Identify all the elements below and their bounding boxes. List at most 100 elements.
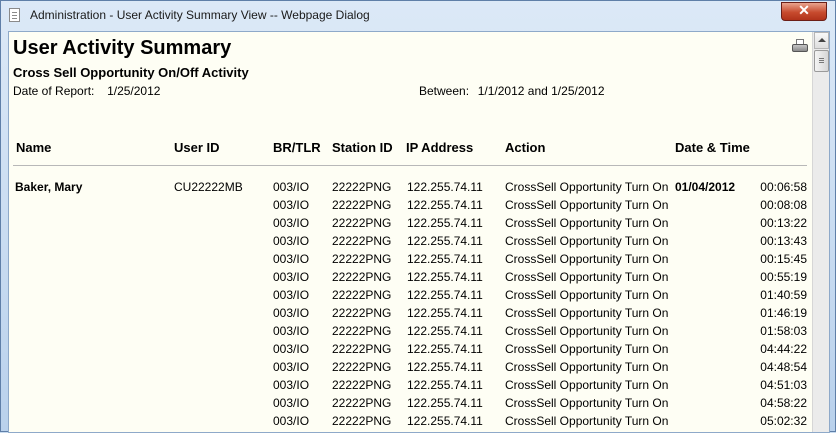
- ip-address-cell: 122.255.74.11: [407, 270, 483, 284]
- ip-address-cell: 122.255.74.11: [407, 378, 483, 392]
- action-cell: CrossSell Opportunity Turn On: [505, 378, 669, 392]
- time-cell: 00:15:45: [760, 252, 807, 266]
- date-of-report-label: Date of Report:: [13, 84, 95, 98]
- station-id-cell: 22222PNG: [332, 342, 392, 356]
- br-tlr-cell: 003/IO: [273, 180, 310, 194]
- between-label: Between:: [419, 84, 470, 98]
- table-row: 003/IO 22222PNG 122.255.74.11 CrossSell Opp…: [9, 324, 814, 342]
- ip-address-cell: 122.255.74.11: [407, 180, 483, 194]
- table-row: 003/IO 22222PNG 122.255.74.11 CrossSell Opp…: [9, 198, 814, 216]
- table-row: 003/IO 22222PNG 122.255.74.11 CrossSell Opp…: [9, 252, 814, 270]
- ip-address-cell: 122.255.74.11: [407, 342, 483, 356]
- vertical-scrollbar[interactable]: [812, 32, 829, 432]
- br-tlr-cell: 003/IO: [273, 324, 310, 338]
- br-tlr-cell: 003/IO: [273, 234, 310, 248]
- time-cell: 00:55:19: [760, 270, 807, 284]
- dialog-window: Administration - User Activity Summary V…: [0, 0, 836, 433]
- header-name: Name: [16, 140, 52, 155]
- report-subtitle: Cross Sell Opportunity On/Off Activity: [13, 65, 249, 80]
- station-id-cell: 22222PNG: [332, 216, 392, 230]
- time-cell: 01:40:59: [760, 288, 807, 302]
- time-cell: 05:02:32: [760, 414, 807, 428]
- action-cell: CrossSell Opportunity Turn On: [505, 216, 669, 230]
- ip-address-cell: 122.255.74.11: [407, 324, 483, 338]
- date-of-report-value: 1/25/2012: [107, 84, 161, 98]
- station-id-cell: 22222PNG: [332, 414, 392, 428]
- table-row: 003/IO 22222PNG 122.255.74.11 CrossSell Opp…: [9, 270, 814, 288]
- br-tlr-cell: 003/IO: [273, 342, 310, 356]
- br-tlr-cell: 003/IO: [273, 306, 310, 320]
- action-cell: CrossSell Opportunity Turn On: [505, 180, 669, 194]
- date-of-report: Date of Report: 1/25/2012: [13, 84, 160, 98]
- station-id-cell: 22222PNG: [332, 198, 392, 212]
- station-id-cell: 22222PNG: [332, 396, 392, 410]
- station-id-cell: 22222PNG: [332, 252, 392, 266]
- ip-address-cell: 122.255.74.11: [407, 414, 483, 428]
- action-cell: CrossSell Opportunity Turn On: [505, 360, 669, 374]
- scroll-thumb[interactable]: [814, 50, 829, 72]
- time-cell: 01:58:03: [760, 324, 807, 338]
- br-tlr-cell: 003/IO: [273, 216, 310, 230]
- br-tlr-cell: 003/IO: [273, 360, 310, 374]
- scroll-up-button[interactable]: [814, 32, 829, 49]
- ip-address-cell: 122.255.74.11: [407, 360, 483, 374]
- header-action: Action: [505, 140, 546, 155]
- header-user-id: User ID: [174, 140, 220, 155]
- report-title: User Activity Summary: [13, 37, 232, 59]
- close-icon: ✕: [798, 2, 810, 18]
- action-cell: CrossSell Opportunity Turn On: [505, 396, 669, 410]
- ip-address-cell: 122.255.74.11: [407, 234, 483, 248]
- table-row: 003/IO 22222PNG 122.255.74.11 CrossSell Opp…: [9, 180, 814, 198]
- action-cell: CrossSell Opportunity Turn On: [505, 306, 669, 320]
- station-id-cell: 22222PNG: [332, 180, 392, 194]
- ip-address-cell: 122.255.74.11: [407, 396, 483, 410]
- title-bar[interactable]: Administration - User Activity Summary V…: [1, 1, 835, 31]
- header-br-tlr: BR/TLR: [273, 140, 321, 155]
- time-cell: 00:13:22: [760, 216, 807, 230]
- time-cell: 00:08:08: [760, 198, 807, 212]
- table-row: 003/IO 22222PNG 122.255.74.11 CrossSell Opp…: [9, 216, 814, 234]
- station-id-cell: 22222PNG: [332, 306, 392, 320]
- page-icon: [9, 8, 20, 22]
- table-row: 003/IO 22222PNG 122.255.74.11 CrossSell Opp…: [9, 342, 814, 360]
- action-cell: CrossSell Opportunity Turn On: [505, 252, 669, 266]
- header-ip-address: IP Address: [406, 140, 474, 155]
- time-cell: 04:51:03: [760, 378, 807, 392]
- br-tlr-cell: 003/IO: [273, 414, 310, 428]
- header-date-time: Date & Time: [675, 140, 750, 155]
- br-tlr-cell: 003/IO: [273, 252, 310, 266]
- time-cell: 00:13:43: [760, 234, 807, 248]
- report-period: Between: 1/1/2012 and 1/25/2012: [419, 84, 605, 98]
- between-value: 1/1/2012 and 1/25/2012: [477, 84, 605, 98]
- table-row: 003/IO 22222PNG 122.255.74.11 CrossSell Opp…: [9, 288, 814, 306]
- action-cell: CrossSell Opportunity Turn On: [505, 414, 669, 428]
- action-cell: CrossSell Opportunity Turn On: [505, 270, 669, 284]
- time-cell: 00:06:58: [760, 180, 807, 194]
- table-row: 003/IO 22222PNG 122.255.74.11 CrossSell Opp…: [9, 414, 814, 432]
- table-row: 003/IO 22222PNG 122.255.74.11 CrossSell Opp…: [9, 396, 814, 414]
- ip-address-cell: 122.255.74.11: [407, 198, 483, 212]
- ip-address-cell: 122.255.74.11: [407, 288, 483, 302]
- br-tlr-cell: 003/IO: [273, 288, 310, 302]
- time-cell: 04:44:22: [760, 342, 807, 356]
- action-cell: CrossSell Opportunity Turn On: [505, 234, 669, 248]
- window-title: Administration - User Activity Summary V…: [30, 8, 370, 22]
- activity-rows: 003/IO 22222PNG 122.255.74.11 CrossSell Opp…: [9, 180, 814, 432]
- header-divider: [13, 165, 807, 166]
- br-tlr-cell: 003/IO: [273, 378, 310, 392]
- action-cell: CrossSell Opportunity Turn On: [505, 342, 669, 356]
- table-row: 003/IO 22222PNG 122.255.74.11 CrossSell Opp…: [9, 306, 814, 324]
- printer-icon[interactable]: [792, 39, 809, 54]
- station-id-cell: 22222PNG: [332, 288, 392, 302]
- station-id-cell: 22222PNG: [332, 378, 392, 392]
- station-id-cell: 22222PNG: [332, 270, 392, 284]
- time-cell: 04:48:54: [760, 360, 807, 374]
- table-row: 003/IO 22222PNG 122.255.74.11 CrossSell Opp…: [9, 378, 814, 396]
- br-tlr-cell: 003/IO: [273, 270, 310, 284]
- table-row: 003/IO 22222PNG 122.255.74.11 CrossSell Opp…: [9, 360, 814, 378]
- ip-address-cell: 122.255.74.11: [407, 252, 483, 266]
- close-button[interactable]: ✕: [781, 2, 827, 21]
- header-station-id: Station ID: [332, 140, 393, 155]
- ip-address-cell: 122.255.74.11: [407, 306, 483, 320]
- time-cell: 04:58:22: [760, 396, 807, 410]
